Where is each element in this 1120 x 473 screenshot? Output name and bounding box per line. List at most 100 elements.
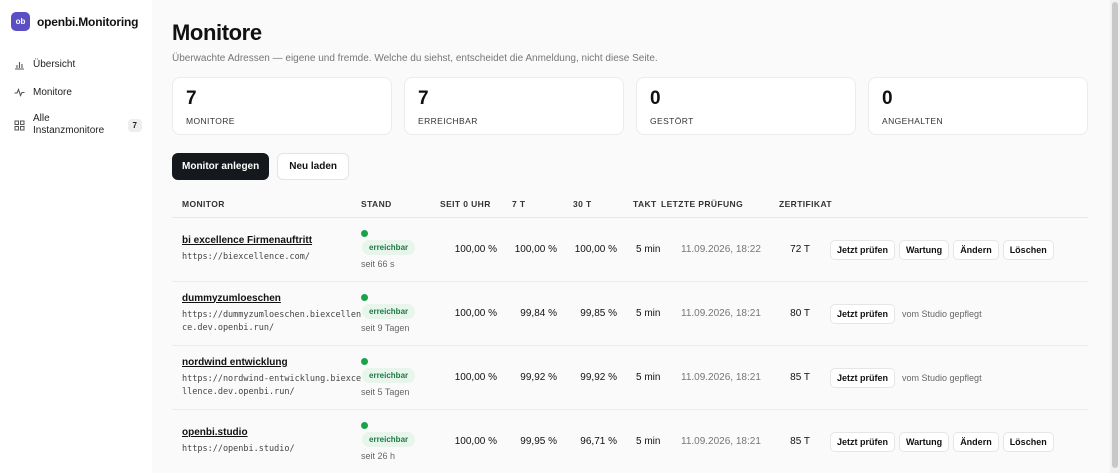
- status-cell: erreichbar seit 66 s: [361, 230, 431, 269]
- studio-managed-note: vom Studio gepflegt: [902, 308, 982, 319]
- sidebar-item-all-instance-monitors[interactable]: Alle Instanzmonitore 7: [14, 110, 142, 140]
- stat-value: 7: [418, 88, 429, 109]
- uptime-30-days: 96,71 %: [580, 436, 617, 447]
- last-check: 11.09.2026, 18:21: [681, 436, 761, 447]
- last-check: 11.09.2026, 18:21: [681, 372, 761, 383]
- uptime-today: 100,00 %: [454, 308, 497, 319]
- monitor-cell: openbi.studio https://openbi.studio/: [172, 427, 361, 456]
- delete-button[interactable]: Löschen: [1002, 431, 1054, 452]
- uptime-today: 100,00 %: [454, 372, 497, 383]
- column-header-30-days[interactable]: 30 T: [557, 199, 617, 209]
- status-cell: erreichbar seit 9 Tagen: [361, 294, 431, 333]
- column-header-monitor[interactable]: MONITOR: [172, 199, 361, 209]
- uptime-7-days: 100,00 %: [514, 244, 557, 255]
- certificate-days: 80 T: [790, 308, 810, 319]
- stat-card-paused: 0 ANGEHALTEN: [868, 77, 1088, 135]
- uptime-today: 100,00 %: [454, 436, 497, 447]
- monitor-name-link[interactable]: nordwind entwicklung: [182, 357, 361, 368]
- stats-row: 7 MONITORE 7 ERREICHBAR 0 GESTÖRT 0 ANGE…: [172, 77, 1088, 135]
- brand-name: openbi.Monitoring: [37, 14, 139, 29]
- status-since: seit 26 h: [361, 451, 396, 461]
- grid-icon: [14, 120, 25, 131]
- brand-logo: ob: [11, 12, 30, 31]
- table-row: bi excellence Firmenauftritt https://bie…: [172, 218, 1088, 282]
- row-actions: Jetzt prüfen Wartung Ändern Löschen: [810, 239, 1054, 260]
- maintenance-button[interactable]: Wartung: [899, 239, 950, 260]
- stat-value: 0: [882, 88, 893, 109]
- check-now-button[interactable]: Jetzt prüfen: [830, 239, 896, 260]
- check-now-button[interactable]: Jetzt prüfen: [830, 367, 896, 388]
- column-header-since-midnight[interactable]: SEIT 0 UHR: [431, 199, 497, 209]
- sidebar: ob openbi.Monitoring Übersicht Monitore …: [0, 0, 152, 473]
- certificate-days: 85 T: [790, 372, 810, 383]
- uptime-today: 100,00 %: [454, 244, 497, 255]
- last-check: 11.09.2026, 18:22: [681, 244, 761, 255]
- sidebar-item-label: Monitore: [33, 86, 72, 98]
- table-row: dummyzumloeschen https://dummyzumloesche…: [172, 282, 1088, 346]
- monitor-name-link[interactable]: dummyzumloeschen: [182, 293, 361, 304]
- bar-chart-icon: [14, 59, 25, 70]
- monitor-url: https://nordwind-entwicklung.biexcellenc…: [182, 373, 362, 397]
- status-dot-icon: [361, 230, 368, 237]
- table-header: MONITOR STAND SEIT 0 UHR 7 T 30 T TAKT L…: [172, 190, 1088, 218]
- row-actions: Jetzt prüfen vom Studio gepflegt: [810, 367, 982, 388]
- last-check: 11.09.2026, 18:21: [681, 308, 761, 319]
- status-badge: erreichbar: [362, 368, 416, 383]
- sidebar-item-label-line2: Instanzmonitore: [33, 125, 105, 136]
- stat-label: ANGEHALTEN: [882, 116, 943, 126]
- check-now-button[interactable]: Jetzt prüfen: [830, 303, 896, 324]
- sidebar-item-label-line1: Alle: [33, 113, 50, 124]
- column-header-certificate[interactable]: ZERTIFIKAT: [761, 199, 840, 209]
- check-now-button[interactable]: Jetzt prüfen: [830, 431, 896, 452]
- status-since: seit 9 Tagen: [361, 323, 410, 333]
- interval: 5 min: [636, 308, 661, 319]
- sidebar-item-overview[interactable]: Übersicht: [14, 50, 142, 78]
- uptime-7-days: 99,84 %: [520, 308, 557, 319]
- monitor-name-link[interactable]: openbi.studio: [182, 427, 361, 438]
- monitor-url: https://dummyzumloeschen.biexcellence.de…: [182, 309, 362, 333]
- column-header-7-days[interactable]: 7 T: [497, 199, 557, 209]
- stat-card-disrupted: 0 GESTÖRT: [636, 77, 856, 135]
- uptime-30-days: 100,00 %: [574, 244, 617, 255]
- sidebar-item-monitors[interactable]: Monitore: [14, 78, 142, 106]
- column-header-stand[interactable]: STAND: [361, 199, 431, 209]
- action-bar: Monitor anlegen Neu laden: [172, 153, 350, 180]
- status-since: seit 66 s: [361, 259, 395, 269]
- interval: 5 min: [636, 372, 661, 383]
- scrollbar[interactable]: [1110, 0, 1120, 473]
- status-cell: erreichbar seit 26 h: [361, 422, 431, 461]
- monitor-url: https://openbi.studio/: [182, 444, 295, 454]
- stat-value: 0: [650, 88, 661, 109]
- sidebar-item-label: Alle Instanzmonitore: [33, 113, 104, 137]
- edit-button[interactable]: Ändern: [953, 431, 999, 452]
- uptime-7-days: 99,95 %: [520, 436, 557, 447]
- monitor-table: MONITOR STAND SEIT 0 UHR 7 T 30 T TAKT L…: [172, 190, 1088, 473]
- stat-label: MONITORE: [186, 116, 235, 126]
- scrollbar-thumb[interactable]: [1112, 2, 1118, 468]
- sidebar-nav: Übersicht Monitore Alle Instanzmonitore …: [14, 50, 142, 140]
- uptime-30-days: 99,85 %: [580, 308, 617, 319]
- uptime-7-days: 99,92 %: [520, 372, 557, 383]
- monitor-url: https://biexcellence.com/: [182, 252, 310, 262]
- status-cell: erreichbar seit 5 Tagen: [361, 358, 431, 397]
- status-badge: erreichbar: [362, 304, 416, 319]
- delete-button[interactable]: Löschen: [1002, 239, 1054, 260]
- status-dot-icon: [361, 422, 368, 429]
- status-dot-icon: [361, 294, 368, 301]
- maintenance-button[interactable]: Wartung: [899, 431, 950, 452]
- studio-managed-note: vom Studio gepflegt: [902, 372, 982, 383]
- row-actions: Jetzt prüfen Wartung Ändern Löschen: [810, 431, 1054, 452]
- create-monitor-button[interactable]: Monitor anlegen: [172, 153, 270, 180]
- certificate-days: 85 T: [790, 436, 810, 447]
- monitor-cell: bi excellence Firmenauftritt https://bie…: [172, 235, 361, 264]
- brand[interactable]: ob openbi.Monitoring: [11, 12, 138, 31]
- column-header-interval[interactable]: TAKT: [617, 199, 661, 209]
- status-dot-icon: [361, 358, 368, 365]
- monitor-name-link[interactable]: bi excellence Firmenauftritt: [182, 235, 361, 246]
- monitor-cell: dummyzumloeschen https://dummyzumloesche…: [172, 293, 361, 335]
- sidebar-item-label: Übersicht: [33, 58, 76, 70]
- reload-button[interactable]: Neu laden: [277, 153, 350, 180]
- interval: 5 min: [636, 244, 661, 255]
- edit-button[interactable]: Ändern: [953, 239, 999, 260]
- column-header-last-check[interactable]: LETZTE PRÜFUNG: [661, 199, 761, 209]
